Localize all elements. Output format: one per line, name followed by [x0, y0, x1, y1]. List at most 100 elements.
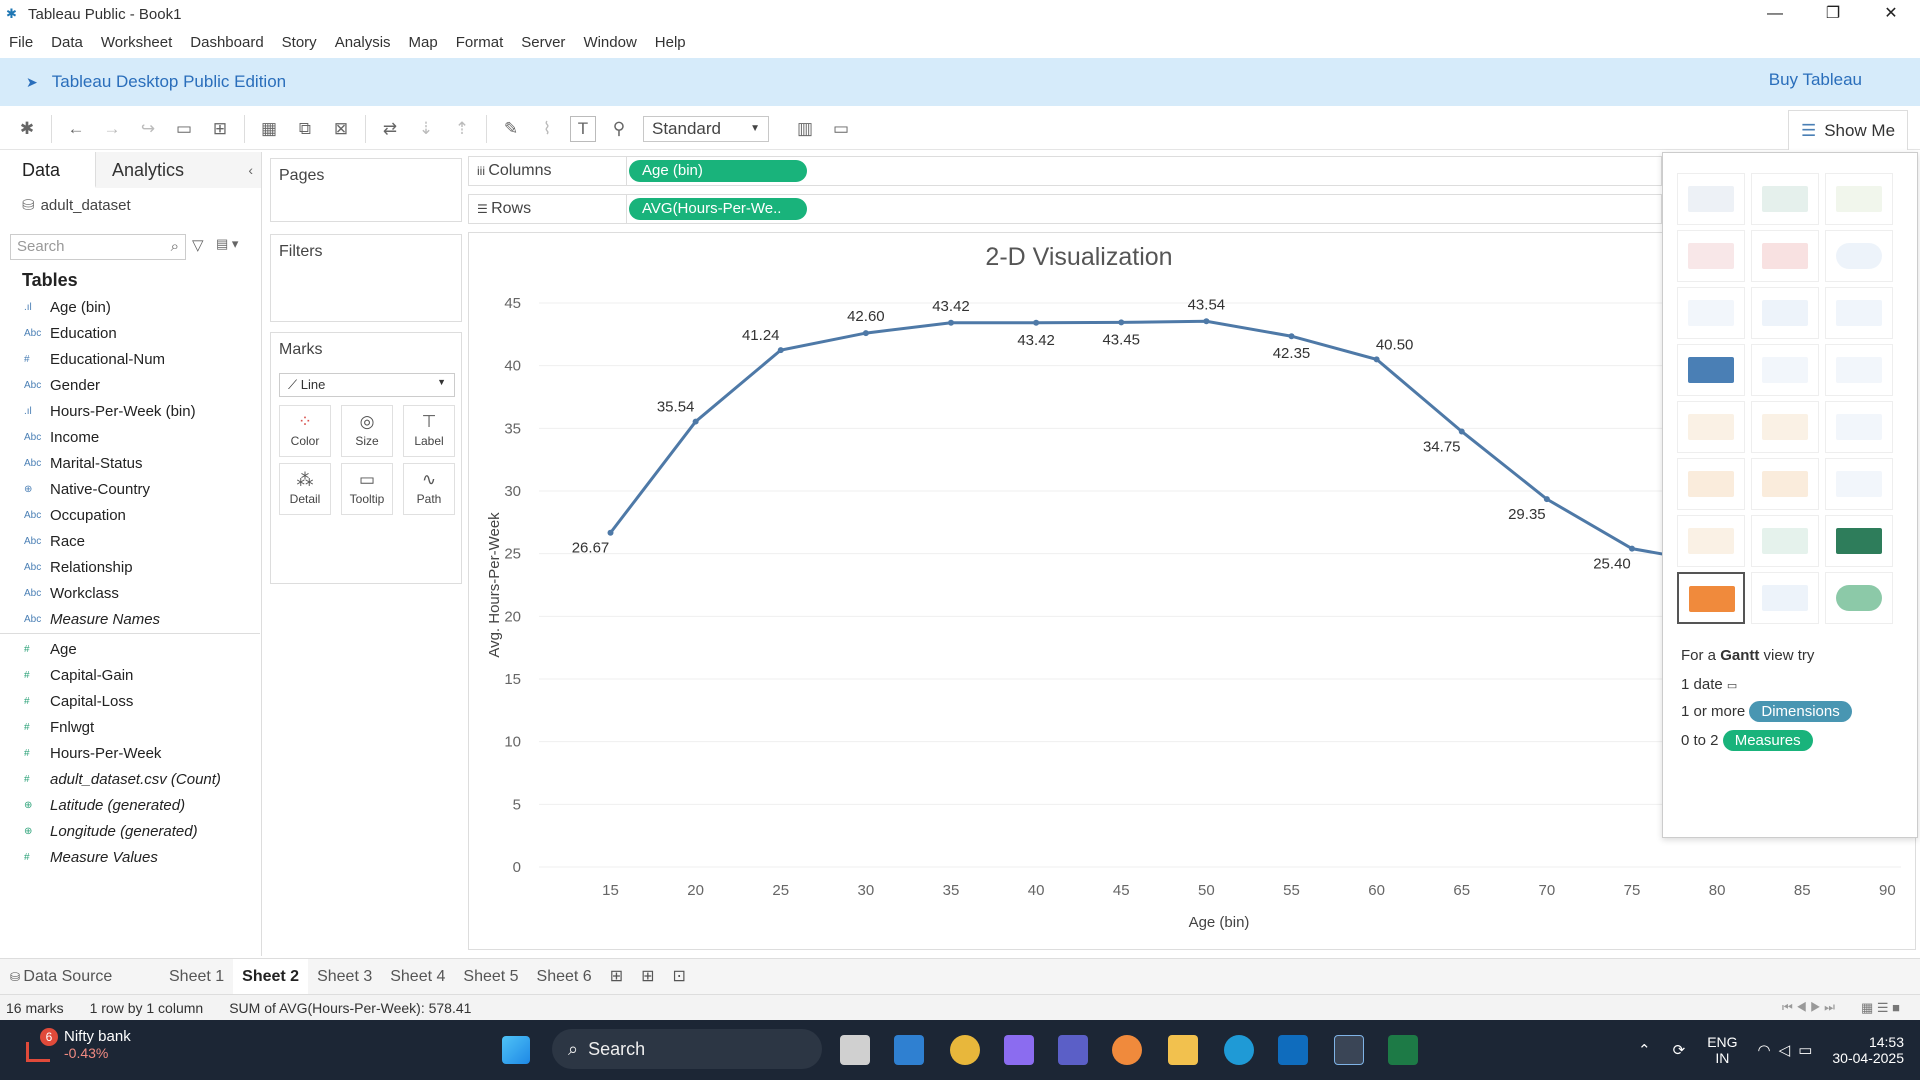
show-me-stacked-bars[interactable] — [1751, 287, 1819, 339]
show-me-heat-map[interactable] — [1751, 173, 1819, 225]
highlight-icon[interactable]: ✎ — [498, 116, 524, 142]
close-icon[interactable]: ✕ — [1862, 0, 1920, 28]
store-icon[interactable] — [1278, 1035, 1308, 1065]
tab-sheet-2[interactable]: Sheet 2 — [233, 958, 309, 995]
wifi-icon[interactable]: ◠ — [1758, 1041, 1771, 1059]
windows-start-icon[interactable] — [502, 1036, 530, 1064]
show-cards-icon[interactable]: ▥ — [792, 116, 818, 142]
new-dashboard-icon[interactable]: ⊞ — [632, 959, 663, 995]
show-me-symbol-map[interactable] — [1677, 230, 1745, 282]
size-button[interactable]: ◎ Size — [341, 405, 393, 457]
tooltip-button[interactable]: ▭ Tooltip — [341, 463, 393, 515]
field-item[interactable]: # Age — [0, 636, 260, 662]
task-view-icon[interactable] — [840, 1035, 870, 1065]
show-me-pie-chart[interactable] — [1825, 230, 1893, 282]
save-icon[interactable]: ▭ — [171, 116, 197, 142]
new-story-icon[interactable]: ⊡ — [664, 959, 695, 995]
app-icon[interactable] — [1112, 1035, 1142, 1065]
show-me-area-continuous[interactable] — [1677, 458, 1745, 510]
stock-widget[interactable]: 6 Nifty bank -0.43% — [24, 1028, 131, 1068]
show-me-dual-combination[interactable] — [1825, 458, 1893, 510]
field-item[interactable]: # Capital-Gain — [0, 662, 260, 688]
show-me-area-discrete[interactable] — [1751, 458, 1819, 510]
show-me-button[interactable]: ☰ Show Me — [1788, 110, 1908, 150]
tableau-icon[interactable]: ✱ — [14, 116, 40, 142]
show-me-scatter-plot[interactable] — [1677, 515, 1745, 567]
columns-pill[interactable]: Age (bin) — [629, 160, 807, 182]
field-item[interactable]: # Fnlwgt — [0, 714, 260, 740]
show-me-treemap[interactable] — [1677, 344, 1745, 396]
menu-map[interactable]: Map — [400, 34, 447, 51]
field-item[interactable]: Abc Relationship — [0, 554, 260, 580]
menu-server[interactable]: Server — [512, 34, 574, 51]
columns-shelf[interactable]: iii Columns Age (bin) — [468, 156, 1662, 186]
menu-format[interactable]: Format — [447, 34, 513, 51]
show-me-discrete-lines[interactable] — [1751, 401, 1819, 453]
show-me-side-by-side-bars[interactable] — [1825, 287, 1893, 339]
field-item[interactable]: # Measure Values — [0, 844, 260, 870]
show-me-filled-map[interactable] — [1751, 230, 1819, 282]
duplicate-icon[interactable]: ⧉ — [292, 116, 318, 142]
label-button[interactable]: ⊤ Label — [403, 405, 455, 457]
labels-icon[interactable]: T — [570, 115, 596, 142]
show-me-circle-view[interactable] — [1751, 344, 1819, 396]
field-item[interactable]: Abc Education — [0, 320, 260, 346]
clock[interactable]: 14:53 30-04-2025 — [1832, 1034, 1904, 1066]
sync-icon[interactable]: ⟳ — [1673, 1041, 1686, 1059]
menu-dashboard[interactable]: Dashboard — [181, 34, 272, 51]
chrome-icon[interactable] — [950, 1035, 980, 1065]
show-me-continuous-lines[interactable] — [1677, 401, 1745, 453]
detail-button[interactable]: ⁂ Detail — [279, 463, 331, 515]
menu-worksheet[interactable]: Worksheet — [92, 34, 181, 51]
menu-story[interactable]: Story — [273, 34, 326, 51]
show-me-horizontal-bars[interactable] — [1677, 287, 1745, 339]
taskbar-search[interactable]: ⌕ Search — [552, 1029, 822, 1069]
mark-type-dropdown[interactable]: ⟋ Line ▼ — [279, 373, 455, 397]
sheet-nav-icon[interactable]: ⏮ ◀ ▶ ⏭ — [1782, 1000, 1835, 1015]
tab-sheet-6[interactable]: Sheet 6 — [528, 959, 601, 995]
teams-icon[interactable] — [1058, 1035, 1088, 1065]
new-worksheet-icon[interactable]: ▦ — [256, 116, 282, 142]
menu-analysis[interactable]: Analysis — [326, 34, 400, 51]
fit-dropdown[interactable]: Standard ▼ — [643, 115, 769, 142]
restore-icon[interactable]: ❐ — [1804, 0, 1862, 28]
redo-icon[interactable]: → — [99, 116, 125, 142]
menu-file[interactable]: File — [0, 34, 42, 51]
collapse-icon[interactable]: ‹ — [248, 152, 253, 188]
volume-icon[interactable]: ◁ — [1779, 1041, 1791, 1059]
clear-sheet-icon[interactable]: ⊠ — [328, 116, 354, 142]
sheet-view-icon[interactable]: ▦ ☰ ■ — [1861, 1000, 1900, 1016]
chevron-up-icon[interactable]: ⌃ — [1638, 1041, 1651, 1059]
field-item[interactable]: Abc Measure Names — [0, 606, 260, 632]
menu-window[interactable]: Window — [574, 34, 645, 51]
field-item[interactable]: .ıl Age (bin) — [0, 294, 260, 320]
rows-shelf[interactable]: ☰ Rows AVG(Hours-Per-We.. — [468, 194, 1662, 224]
path-button[interactable]: ∿ Path — [403, 463, 455, 515]
show-me-dual-lines[interactable] — [1825, 401, 1893, 453]
presentation-icon[interactable]: ▭ — [828, 116, 854, 142]
swap-icon[interactable]: ⇄ — [377, 116, 403, 142]
show-me-gantt-chart[interactable] — [1677, 572, 1745, 624]
tab-sheet-4[interactable]: Sheet 4 — [381, 959, 454, 995]
group-icon[interactable]: ⌇ — [534, 116, 560, 142]
tab-sheet-3[interactable]: Sheet 3 — [308, 959, 381, 995]
fix-axes-icon[interactable]: ⚲ — [606, 116, 632, 142]
show-me-bullet-graph[interactable] — [1751, 572, 1819, 624]
tab-data-source[interactable]: ⛁ Data Source — [0, 959, 160, 995]
field-item[interactable]: ⊕ Latitude (generated) — [0, 792, 260, 818]
field-item[interactable]: # Educational-Num — [0, 346, 260, 372]
copilot-icon[interactable] — [1004, 1035, 1034, 1065]
minimize-icon[interactable]: — — [1746, 0, 1804, 28]
vscode-icon[interactable] — [894, 1035, 924, 1065]
undo-icon[interactable]: ← — [63, 116, 89, 142]
field-item[interactable]: ⊕ Longitude (generated) — [0, 818, 260, 844]
show-me-text-table[interactable] — [1677, 173, 1745, 225]
field-item[interactable]: ⊕ Native-Country — [0, 476, 260, 502]
color-button[interactable]: ⁘ Color — [279, 405, 331, 457]
menu-help[interactable]: Help — [646, 34, 695, 51]
field-item[interactable]: # adult_dataset.csv (Count) — [0, 766, 260, 792]
pages-shelf[interactable]: Pages — [270, 158, 462, 222]
field-item[interactable]: Abc Gender — [0, 372, 260, 398]
field-search-input[interactable]: Search ⌕ — [10, 234, 186, 260]
field-item[interactable]: Abc Income — [0, 424, 260, 450]
